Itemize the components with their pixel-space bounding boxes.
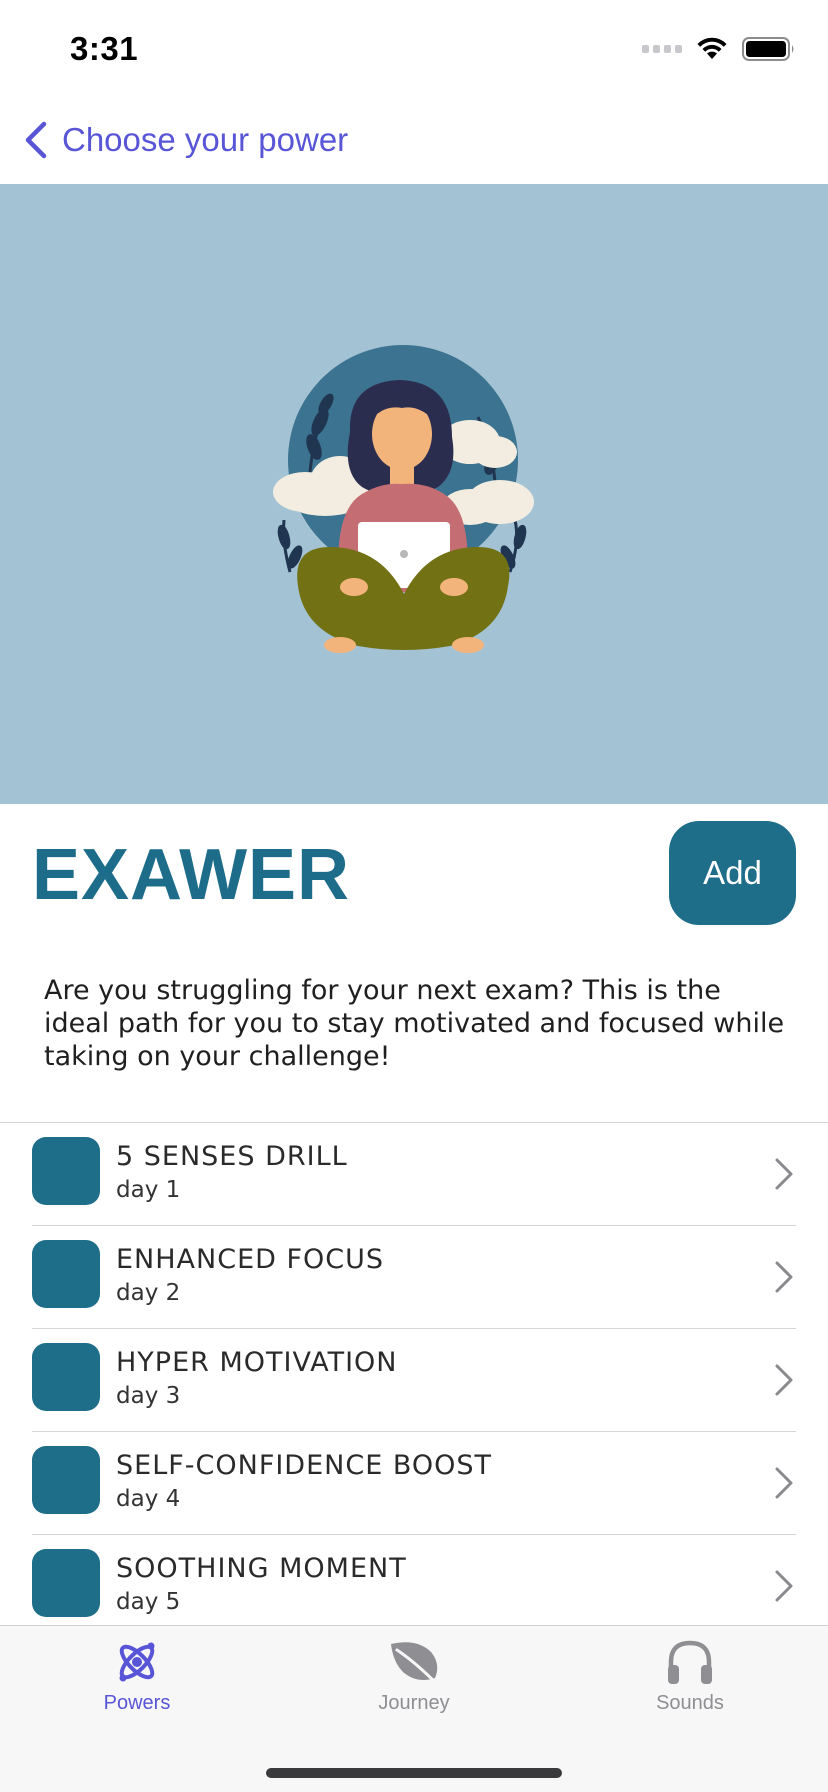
session-title: ENHANCED FOCUS [116,1244,385,1275]
add-button[interactable]: Add [669,821,796,925]
navigation-bar: Choose your power [0,96,828,184]
session-thumbnail [32,1240,100,1308]
tab-label: Journey [378,1692,450,1714]
list-item[interactable]: SELF-CONFIDENCE BOOST day 4 [0,1432,828,1535]
session-day: day 5 [116,1589,181,1615]
tab-sounds[interactable]: Sounds [610,1638,770,1715]
tab-journey[interactable]: Journey [334,1638,494,1715]
list-item[interactable]: ENHANCED FOCUS day 2 [0,1226,828,1329]
wifi-icon [697,37,727,59]
session-day: day 3 [116,1383,181,1409]
list-item[interactable]: HYPER MOTIVATION day 3 [0,1329,828,1432]
list-item[interactable]: SOOTHING MOMENT day 5 [0,1535,828,1638]
chevron-right-icon [775,1467,793,1499]
chevron-right-icon [775,1570,793,1602]
status-time: 3:31 [70,30,139,67]
headphones-icon [668,1640,712,1684]
session-thumbnail [32,1343,100,1411]
session-day: day 2 [116,1280,181,1306]
chevron-right-icon [775,1261,793,1293]
back-button[interactable]: Choose your power [0,120,348,160]
session-title: 5 SENSES DRILL [116,1141,348,1172]
chevron-right-icon [775,1364,793,1396]
session-title: SELF-CONFIDENCE BOOST [116,1450,493,1481]
session-thumbnail [32,1549,100,1617]
battery-icon [742,37,794,61]
power-title: EXAWER [32,835,351,915]
tab-powers[interactable]: Powers [57,1638,217,1715]
session-title: HYPER MOTIVATION [116,1347,398,1378]
power-description: Are you struggling for your next exam? T… [44,975,785,1072]
list-item[interactable]: 5 SENSES DRILL day 1 [0,1123,828,1226]
status-bar: 3:31 [0,0,828,96]
tab-label: Sounds [656,1692,724,1714]
tab-label: Powers [103,1692,171,1714]
back-button-label: Choose your power [62,121,349,158]
chevron-right-icon [775,1158,793,1190]
cellular-signal-icon [642,45,682,53]
chevron-left-icon [25,121,47,159]
tab-bar: Powers Journey Sounds [0,1625,828,1792]
hero-banner [0,184,828,804]
session-thumbnail [32,1446,100,1514]
status-icons [642,36,796,62]
session-thumbnail [32,1137,100,1205]
session-day: day 4 [116,1486,181,1512]
session-title: SOOTHING MOMENT [116,1553,407,1584]
leaf-icon [391,1642,439,1686]
session-day: day 1 [116,1177,181,1203]
meditation-illustration [273,345,534,653]
session-list: 5 SENSES DRILL day 1 ENHANCED FOCUS day … [0,1123,828,1638]
atom-icon [119,1642,155,1682]
home-indicator[interactable] [266,1768,562,1778]
